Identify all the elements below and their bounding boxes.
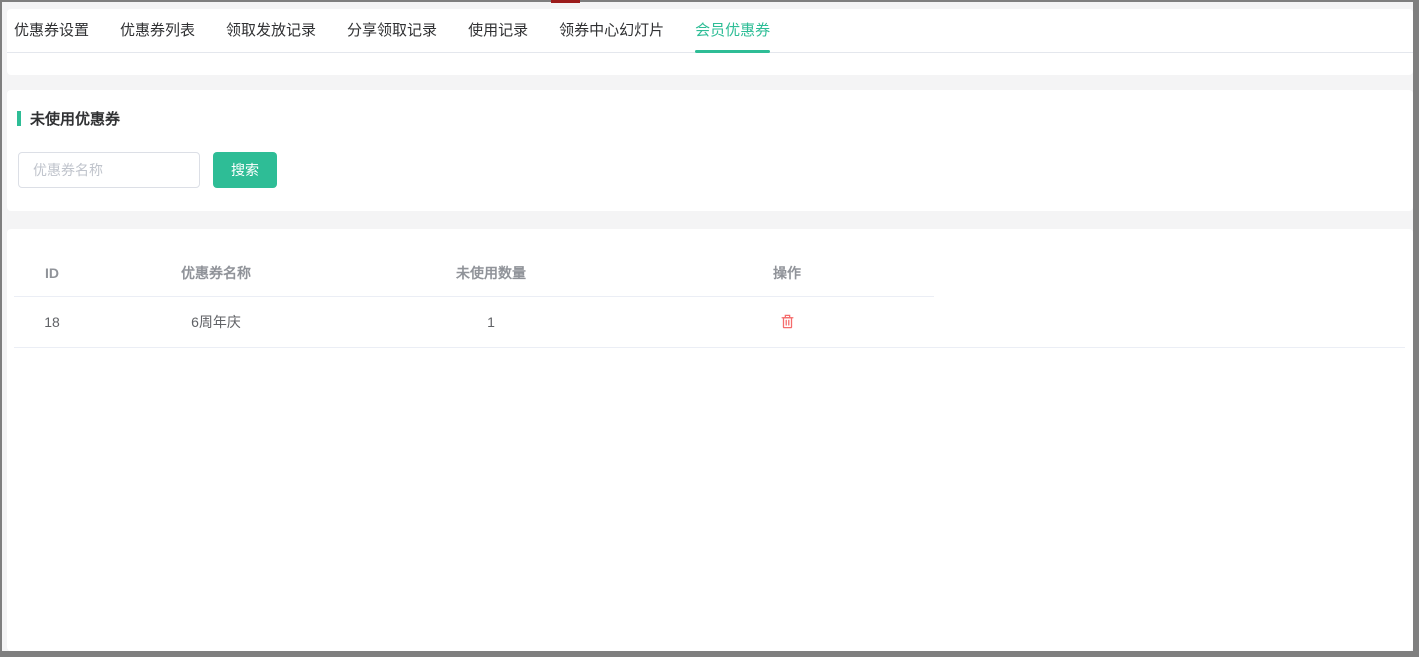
tab-coupon-list[interactable]: 优惠券列表 (120, 9, 195, 52)
top-red-fragment (551, 0, 580, 3)
app-window: 优惠券设置 优惠券列表 领取发放记录 分享领取记录 使用记录 领券中心幻灯片 会… (0, 0, 1419, 657)
column-header-id: ID (14, 265, 90, 281)
table-row: 18 6周年庆 1 (14, 297, 934, 347)
tab-share-claim-records[interactable]: 分享领取记录 (347, 9, 437, 52)
coupon-name-input[interactable] (18, 152, 200, 188)
tab-member-coupons[interactable]: 会员优惠券 (695, 9, 770, 52)
tab-coupon-center-slides[interactable]: 领券中心幻灯片 (559, 9, 664, 52)
tabs-card: 优惠券设置 优惠券列表 领取发放记录 分享领取记录 使用记录 领券中心幻灯片 会… (7, 9, 1413, 75)
column-header-actions: 操作 (640, 263, 934, 283)
trash-icon (781, 314, 794, 329)
search-row: 搜索 (17, 152, 1413, 188)
row-divider (14, 347, 1405, 348)
tab-usage-records[interactable]: 使用记录 (468, 9, 528, 52)
search-panel: 未使用优惠券 搜索 (7, 90, 1413, 211)
tab-claim-issue-records[interactable]: 领取发放记录 (226, 9, 316, 52)
row-coupon-name: 6周年庆 (90, 312, 342, 332)
table-header-row: ID 优惠券名称 未使用数量 操作 (14, 249, 934, 297)
tab-coupon-settings[interactable]: 优惠券设置 (14, 9, 89, 52)
section-header: 未使用优惠券 (17, 108, 1413, 129)
section-title: 未使用优惠券 (30, 108, 120, 129)
tab-bar: 优惠券设置 优惠券列表 领取发放记录 分享领取记录 使用记录 领券中心幻灯片 会… (7, 9, 1413, 53)
row-id: 18 (14, 314, 90, 330)
row-unused-count: 1 (342, 314, 640, 330)
column-header-unused-count: 未使用数量 (342, 263, 640, 283)
search-button[interactable]: 搜索 (213, 152, 277, 188)
column-header-coupon-name: 优惠券名称 (90, 263, 342, 283)
table-panel: ID 优惠券名称 未使用数量 操作 18 6周年庆 1 (7, 229, 1413, 651)
delete-button[interactable] (779, 312, 796, 331)
section-accent-bar (17, 111, 21, 126)
